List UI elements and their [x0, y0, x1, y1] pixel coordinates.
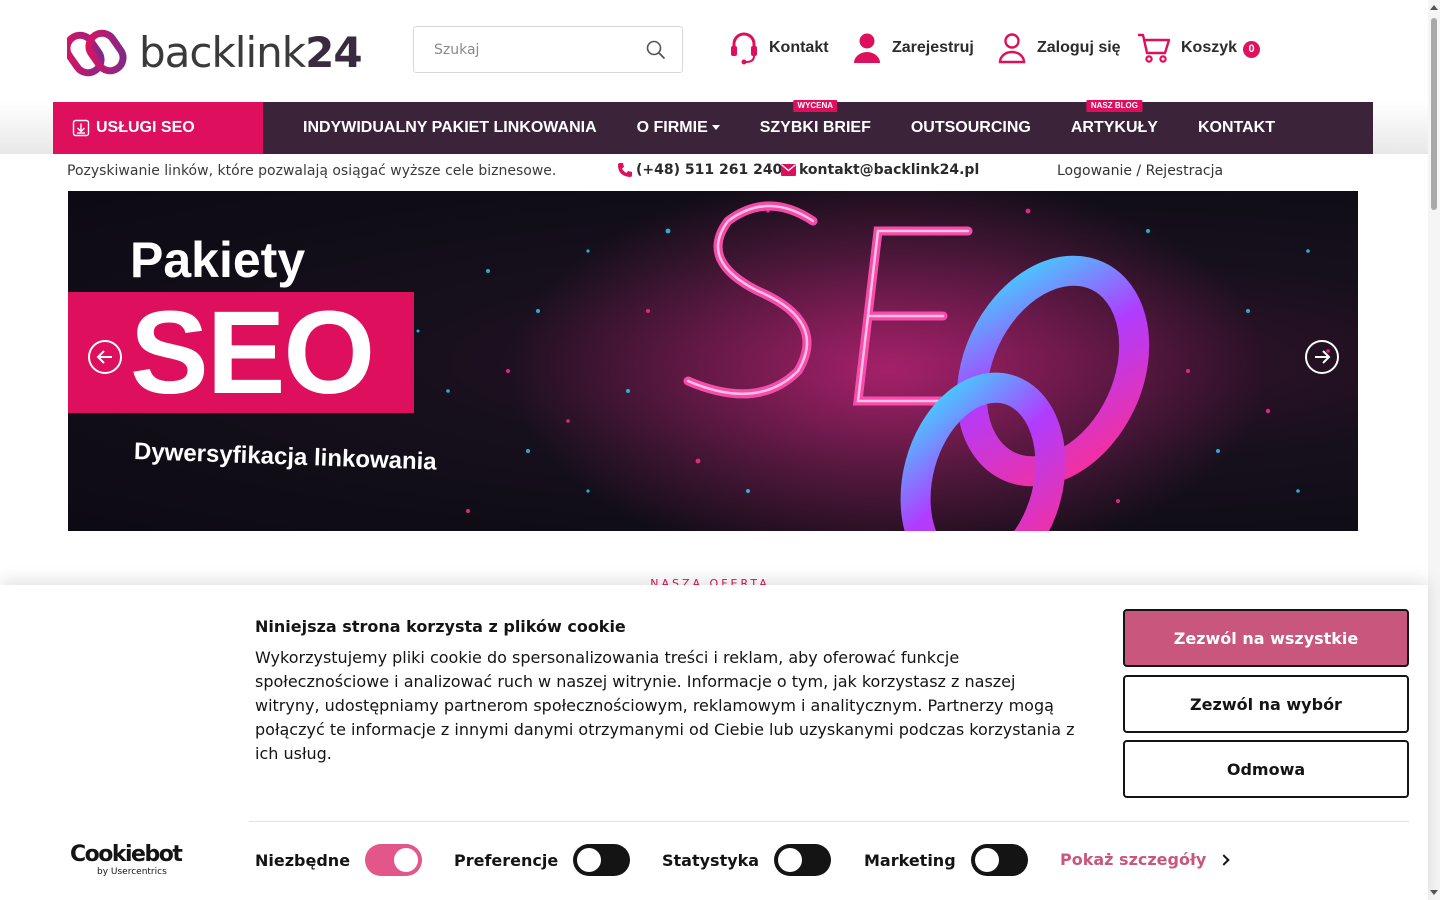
page: backlink24 Kontakt Zarejestruj Zal [0, 0, 1440, 900]
kontakt-link[interactable]: Kontakt [729, 30, 829, 66]
slider-prev-button[interactable] [88, 340, 122, 374]
nav-item-pakiet[interactable]: INDYWIDUALNY PAKIET LINKOWANIA [303, 119, 597, 137]
toggle-label-marketing: Marketing [864, 850, 956, 870]
statistics-toggle[interactable] [774, 844, 832, 876]
envelope-icon [781, 164, 796, 176]
page-scrollbar[interactable] [1428, 0, 1440, 900]
arrow-left-icon [96, 350, 112, 364]
toggle-group-preferences: Preferencje [454, 844, 631, 876]
email-link[interactable]: kontakt@backlink24.pl [781, 162, 979, 178]
nav-badge-wycena: WYCENA [793, 100, 838, 112]
cart-link[interactable]: Koszyk 0 [1137, 30, 1261, 66]
phone-link[interactable]: (+48) 511 261 240 [617, 162, 782, 178]
seo-services-label: USŁUGI SEO [96, 119, 195, 136]
banner-title-line1: Pakiety [130, 232, 306, 288]
scroll-down-arrow-icon[interactable] [1430, 890, 1438, 895]
seo-services-menu[interactable]: USŁUGI SEO [53, 102, 263, 154]
cart-icon [1138, 33, 1171, 63]
cookie-title: Niniejsza strona korzysta z plików cooki… [255, 617, 626, 636]
preferences-toggle[interactable] [573, 844, 631, 876]
search-icon[interactable] [646, 40, 666, 60]
register-label: Zarejestruj [892, 39, 974, 56]
cart-count-badge: 0 [1243, 41, 1261, 58]
toggle-label-statistics: Statystyka [662, 850, 760, 870]
deny-button[interactable]: Odmowa [1123, 740, 1409, 798]
allow-all-button[interactable]: Zezwól na wszystkie [1123, 609, 1409, 667]
marketing-toggle[interactable] [970, 844, 1028, 876]
arrow-right-icon [1315, 350, 1331, 364]
headset-icon [731, 32, 757, 65]
logo-text: backlink24 [139, 28, 363, 77]
cart-label: Koszyk [1181, 39, 1238, 56]
show-details-link[interactable]: Pokaż szczegóły [1060, 850, 1231, 869]
cookie-description: Wykorzystujemy pliki cookie do spersonal… [255, 648, 1075, 763]
scroll-up-arrow-icon[interactable] [1430, 5, 1438, 10]
slider-next-button[interactable] [1305, 340, 1339, 374]
chevron-down-icon [711, 125, 720, 131]
logo-mark-icon [67, 29, 127, 77]
phone-icon [618, 163, 632, 177]
cookiebot-logo: Cookiebot by Usercentrics [70, 842, 183, 878]
toggle-group-marketing: Marketing [864, 844, 1028, 876]
allow-selection-button[interactable]: Zezwól na wybór [1123, 675, 1409, 733]
login-register-link[interactable]: Logowanie / Rejestracja [1057, 163, 1223, 179]
necessary-toggle[interactable] [365, 844, 423, 876]
nav-item-artykuly[interactable]: NASZ BLOG ARTYKUŁY [1071, 100, 1158, 137]
cookie-divider [249, 821, 1409, 822]
user-outline-icon [998, 33, 1026, 64]
banner-title-line2: SEO [130, 287, 375, 419]
nav-item-szybki-brief[interactable]: WYCENA SZYBKI BRIEF [760, 100, 871, 137]
nav-badge-blog: NASZ BLOG [1086, 100, 1142, 112]
login-label: Zaloguj się [1037, 39, 1121, 56]
site-logo[interactable]: backlink24 [67, 26, 367, 80]
main-nav: USŁUGI SEO INDYWIDUALNY PAKIET LINKOWANI… [53, 100, 1373, 154]
nav-item-kontakt[interactable]: KONTAKT [1198, 119, 1275, 137]
toggle-group-statistics: Statystyka [662, 844, 832, 876]
search-box [413, 26, 683, 73]
user-filled-icon [854, 33, 880, 63]
toggle-label-necessary: Niezbędne [255, 850, 351, 870]
scrollbar-thumb[interactable] [1431, 18, 1437, 210]
hero-banner: Pakiety SEO Dywersyfikacja linkowania [68, 191, 1358, 531]
kontakt-label: Kontakt [769, 39, 829, 56]
toggle-group-necessary: Niezbędne [255, 844, 423, 876]
nav-item-o-firmie[interactable]: O FIRMIE [637, 119, 720, 137]
login-link[interactable]: Zaloguj się [997, 30, 1121, 66]
toggle-label-preferences: Preferencje [454, 850, 559, 870]
download-box-icon [72, 119, 90, 137]
chevron-right-icon [1218, 853, 1231, 866]
register-link[interactable]: Zarejestruj [852, 30, 974, 66]
cookie-consent-dialog: Niniejsza strona korzysta z plików cooki… [0, 585, 1428, 900]
tagline: Pozyskiwanie linków, które pozwalają osi… [67, 163, 557, 179]
nav-item-outsourcing[interactable]: OUTSOURCING [911, 119, 1031, 137]
search-input[interactable] [434, 41, 644, 58]
logo-number: 24 [305, 28, 362, 77]
